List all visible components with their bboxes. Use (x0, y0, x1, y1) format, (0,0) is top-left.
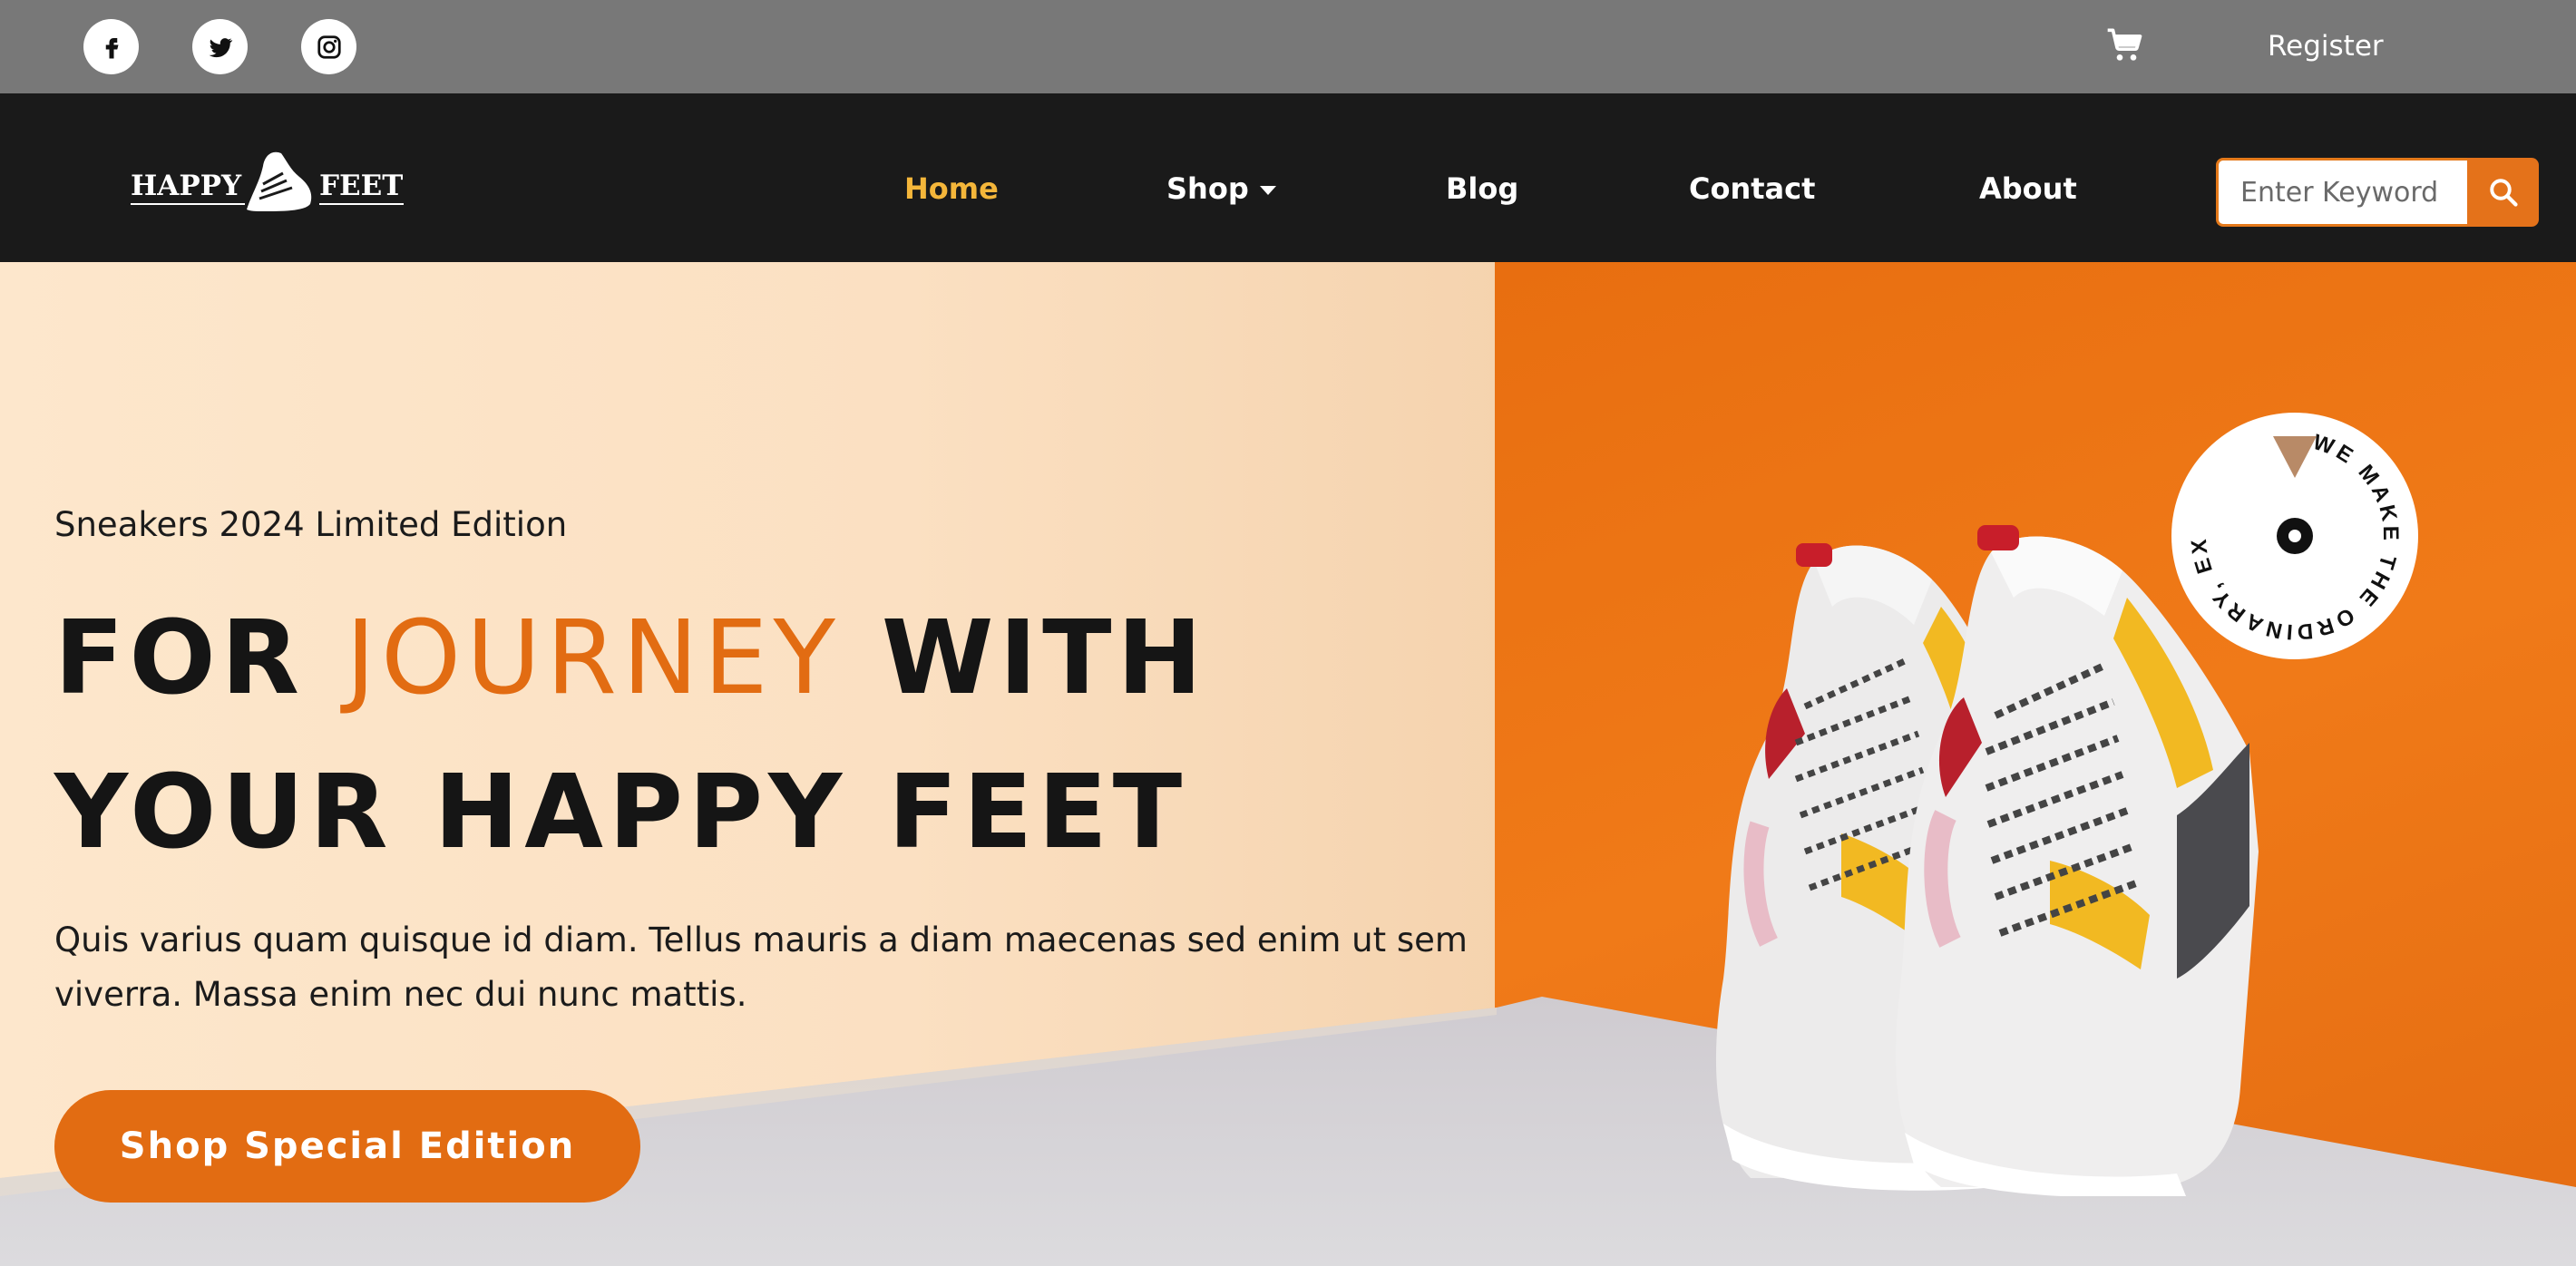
main-navbar: HAPPY FEET Home Shop Blog Contact About (0, 93, 2576, 262)
search-input[interactable] (2219, 161, 2467, 224)
facebook-icon[interactable] (83, 19, 139, 74)
extraordinary-badge: WE MAKE THE ORDINARY, EXTRAORDINARY. (2170, 411, 2418, 659)
facebook-glyph (105, 37, 118, 58)
nav-about[interactable]: About (1979, 170, 2077, 207)
logo-text-left: HAPPY (131, 170, 242, 202)
brand-logo[interactable]: HAPPY FEET (127, 139, 408, 220)
hero-headline: FOR JOURNEY WITH YOUR HAPPY FEET (54, 581, 1207, 890)
hero-lead-text: Quis varius quam quisque id diam. Tellus… (54, 920, 1468, 1014)
top-bar: Register (0, 0, 2576, 93)
headline-part-2: WITH (840, 599, 1208, 717)
search-field (2216, 158, 2467, 227)
headline-part-1: FOR (54, 599, 346, 717)
cart-icon[interactable] (2106, 27, 2142, 63)
register-link[interactable]: Register (2268, 27, 2384, 65)
search-icon (2489, 179, 2518, 207)
nav-contact[interactable]: Contact (1689, 170, 1815, 207)
nav-home[interactable]: Home (904, 170, 999, 207)
sneaker-logo-icon (247, 151, 313, 216)
chevron-down-icon (1259, 186, 1276, 195)
twitter-glyph (209, 37, 232, 57)
nav-shop[interactable]: Shop (1166, 170, 1276, 207)
headline-line-2: YOUR HAPPY FEET (54, 754, 1188, 872)
nav-blog[interactable]: Blog (1446, 170, 1518, 207)
logo-graphic: HAPPY FEET (131, 151, 404, 216)
instagram-icon[interactable] (301, 19, 356, 74)
logo-text-right: FEET (319, 170, 403, 202)
shop-special-edition-button[interactable]: Shop Special Edition (54, 1090, 640, 1203)
instagram-glyph (317, 34, 341, 59)
nav-shop-label: Shop (1166, 171, 1249, 206)
search-button[interactable] (2467, 158, 2539, 227)
headline-accent: JOURNEY (345, 599, 841, 717)
hero-eyebrow: Sneakers 2024 Limited Edition (54, 505, 568, 544)
hero-section: Sneakers 2024 Limited Edition FOR JOURNE… (0, 262, 2576, 1266)
twitter-icon[interactable] (192, 19, 248, 74)
